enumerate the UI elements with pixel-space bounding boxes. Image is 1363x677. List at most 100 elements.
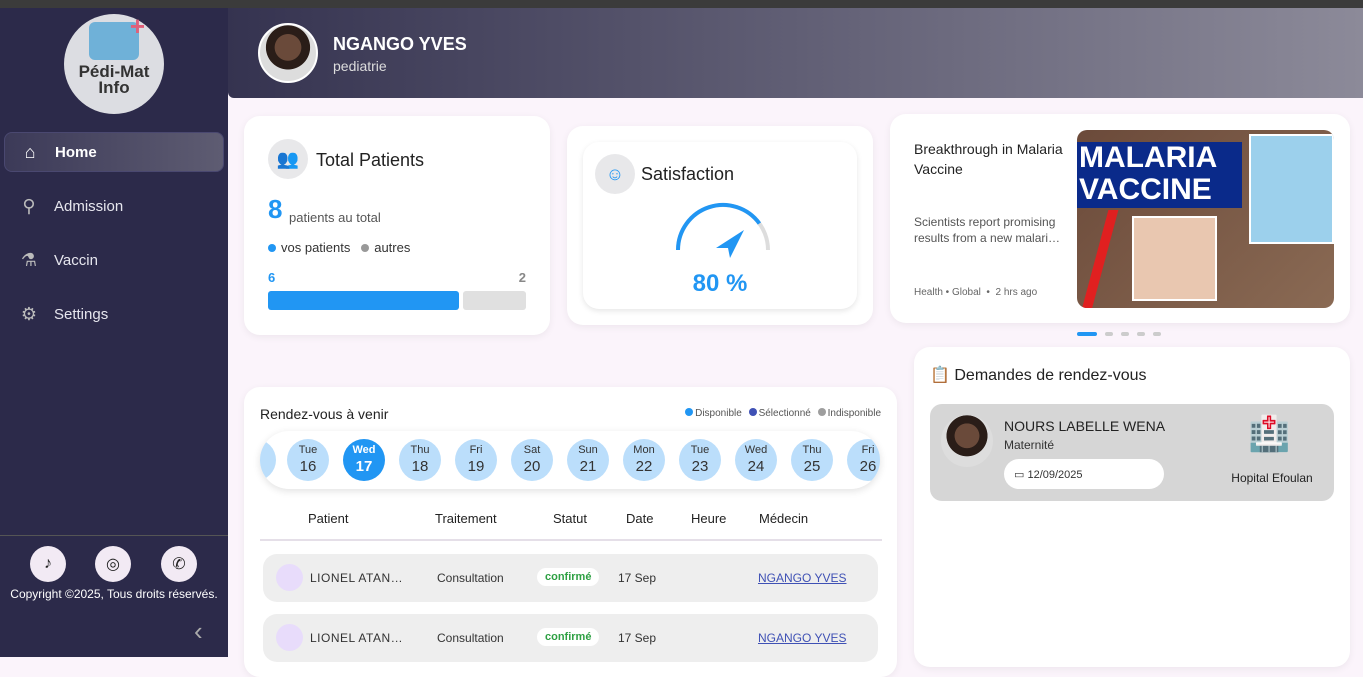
appointments-card: Rendez-vous à venir Disponible Sélection…	[244, 387, 897, 677]
nav-label: Vaccin	[54, 251, 98, 269]
day-chip[interactable]: Fri 26	[847, 439, 880, 481]
treatment: Consultation	[437, 631, 504, 645]
sidebar-footer: ♪ ◎ ✆ Copyright ©2025, Tous droits réser…	[0, 535, 228, 646]
column-header: Médecin	[759, 511, 809, 526]
day-name: Tue	[690, 444, 710, 456]
vaccine-icon: ⚗	[20, 249, 38, 270]
day-number: 23	[691, 458, 709, 475]
day-number: 21	[579, 458, 597, 475]
day-name: Thu	[410, 444, 430, 456]
carousel-dot[interactable]	[1153, 332, 1161, 336]
phone-icon[interactable]: ✆	[161, 546, 197, 582]
requester-avatar	[941, 415, 993, 467]
card-title: Satisfaction	[641, 164, 735, 184]
day-chip[interactable]: Tue 16	[287, 439, 329, 481]
sidebar-item-admission[interactable]: ⚲ Admission	[4, 186, 224, 226]
patient-avatar	[276, 564, 303, 591]
day-number: 16	[299, 458, 317, 475]
news-title: Breakthrough in Malaria Vaccine	[914, 141, 1063, 177]
navigation-arrow-icon	[716, 230, 744, 258]
day-number: 22	[635, 458, 653, 475]
day-name: Wed	[352, 444, 376, 456]
day-chip[interactable]: Wed 24	[735, 439, 777, 481]
music-note-icon[interactable]: ♪	[30, 546, 66, 582]
day-chip[interactable]: Tue 23	[679, 439, 721, 481]
window-top-bar	[0, 0, 1363, 8]
day-name: Fri	[861, 444, 875, 456]
day-name: Sat	[523, 444, 541, 456]
day-chip[interactable]: Sat 20	[511, 439, 553, 481]
nav-label: Settings	[54, 305, 109, 323]
column-header: Patient	[308, 511, 349, 526]
table-row[interactable]: LIONEL ATAN… Consultation confirmé 17 Se…	[263, 554, 878, 602]
carousel-dot-active[interactable]	[1077, 332, 1097, 336]
day-number: 18	[411, 458, 429, 475]
sidebar-item-home[interactable]: ⌂ Home	[4, 132, 224, 172]
day-name: Fri	[469, 444, 483, 456]
sidebar: + Pédi-Mat Info ⌂ Home ⚲ Admission ⚗ Vaccin ⚙…	[0, 8, 228, 657]
sidebar-item-vaccin[interactable]: ⚗ Vaccin	[4, 240, 224, 280]
requester-department: Maternité	[1004, 438, 1055, 452]
day-chip[interactable]: Thu 25	[791, 439, 833, 481]
clipboard-icon: 📋	[930, 367, 950, 384]
sidebar-item-settings[interactable]: ⚙ Settings	[4, 294, 224, 334]
app-logo: + Pédi-Mat Info	[64, 13, 164, 114]
avatar[interactable]	[258, 23, 318, 83]
news-image: MALARIA VACCINE	[1077, 130, 1334, 308]
copyright: Copyright ©2025, Tous droits réservés.	[10, 587, 218, 601]
search-icon: ⚲	[22, 195, 36, 216]
hospital-name: Hopital Efoulan	[1231, 471, 1313, 485]
requests-header: 📋 Demandes de rendez-vous	[930, 365, 1146, 385]
satisfaction-value: 80 %	[692, 270, 748, 297]
fingerprint-icon[interactable]: ◎	[95, 546, 131, 582]
news-carousel-card[interactable]: Breakthrough in Malaria Vaccine Scientis…	[890, 114, 1350, 323]
nav-label: Home	[55, 143, 97, 161]
collapse-sidebar-chevron-icon[interactable]: ‹	[194, 616, 203, 647]
progress-others	[463, 291, 526, 310]
doctor-link[interactable]: NGANGO YVES	[758, 631, 846, 645]
nav-label: Admission	[54, 197, 124, 215]
appointments-title: Rendez-vous à venir	[260, 406, 389, 422]
day-chip[interactable]: Sun 21	[567, 439, 609, 481]
request-item[interactable]: NOURS LABELLE WENA Maternité ▭ 12/09/202…	[930, 404, 1334, 501]
day-number: 25	[803, 458, 821, 475]
carousel-dot[interactable]	[1105, 332, 1113, 336]
appointment-date: 17 Sep	[618, 571, 657, 585]
news-meta: Health • Global • 2 hrs ago	[914, 287, 1038, 298]
day-number: 17	[355, 458, 373, 475]
day-chip[interactable]: Mon 22	[623, 439, 665, 481]
patients-legend: vos patients autres	[268, 240, 410, 255]
legend-others: autres	[374, 240, 411, 255]
legend-mine: vos patients	[281, 240, 351, 255]
day-chip[interactable]: Fri 19	[455, 439, 497, 481]
day-chip[interactable]: Thu 18	[399, 439, 441, 481]
profile-header: NGANGO YVES pediatrie	[228, 8, 1363, 98]
user-name: NGANGO YVES	[333, 34, 467, 54]
requests-title: Demandes de rendez-vous	[954, 367, 1147, 384]
patient-name: LIONEL ATAN…	[310, 571, 404, 585]
status-badge: confirmé	[537, 628, 600, 646]
progress-mine	[268, 291, 459, 310]
date-picker-strip[interactable]: Tue 16 Wed 17 Thu 18 Fri 19 Sat 20 Sun 21 Mon 22 Tue 23…	[260, 431, 880, 489]
carousel-dot[interactable]	[1121, 332, 1129, 336]
gear-icon: ⚙	[20, 303, 38, 324]
status-badge: confirmé	[537, 568, 600, 586]
people-icon: 👥	[268, 139, 308, 179]
day-name: Wed	[744, 444, 768, 456]
day-chip[interactable]: Wed 17	[343, 439, 385, 481]
table-row[interactable]: LIONEL ATAN… Consultation confirmé 17 Se…	[263, 614, 878, 662]
others-count: 2	[518, 270, 526, 285]
day-name: Tue	[298, 444, 318, 456]
news-summary: Scientists report promising results from…	[914, 215, 1061, 245]
card-title: Total Patients	[316, 150, 425, 170]
day-name: Sun	[578, 444, 598, 456]
smiley-icon: ☺	[595, 154, 635, 194]
appointment-date: 17 Sep	[618, 631, 657, 645]
requests-card: 📋 Demandes de rendez-vous NOURS LABELLE …	[914, 347, 1350, 667]
satisfaction-inner: ☺ Satisfaction 80 %	[583, 142, 857, 309]
carousel-dot[interactable]	[1137, 332, 1145, 336]
patient-name: LIONEL ATAN…	[310, 631, 404, 645]
doctor-link[interactable]: NGANGO YVES	[758, 571, 846, 585]
day-name: Thu	[802, 444, 822, 456]
satisfaction-gauge	[676, 202, 770, 258]
